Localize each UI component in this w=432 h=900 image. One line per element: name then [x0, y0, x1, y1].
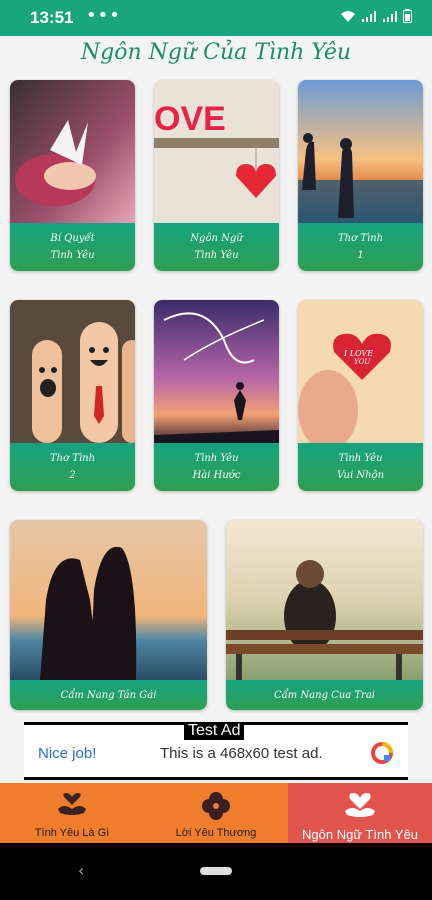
svg-text:YOU: YOU	[354, 358, 371, 366]
card-label: Bí Quyết Tình Yêu	[10, 223, 135, 271]
card-label: Tình Yêu Hài Hước	[154, 443, 279, 491]
nav-loi-yeu-thuong[interactable]: Lời Yêu Thương	[144, 783, 288, 843]
card-label-line2: 2	[69, 470, 76, 481]
card-label-line2: Hài Hước	[192, 470, 241, 481]
page-title: Ngôn Ngữ Của Tình Yêu	[80, 40, 352, 65]
status-time: 13:51	[30, 8, 74, 27]
card-ngon-ngu-tinh-yeu[interactable]: OVE Ngôn Ngữ Tình Yêu	[154, 80, 279, 271]
card-image	[154, 300, 279, 443]
card-label-line1: Thơ Tình	[337, 233, 384, 244]
ad-banner[interactable]: Test Ad Nice job! This is a 468x60 test …	[24, 722, 408, 780]
bottom-nav: Tình Yêu Là Gì Lời Yêu Thương Ngôn Ngữ T…	[0, 783, 432, 843]
card-label-line1: Cẩm Nang Cua Trai	[273, 689, 375, 701]
svg-text:OVE: OVE	[154, 100, 226, 138]
card-label-line1: Tình Yêu	[338, 453, 383, 464]
nav-label: Tình Yêu Là Gì	[34, 827, 110, 839]
card-image	[226, 520, 423, 680]
system-nav-bar: ‹	[0, 843, 432, 900]
ad-logo-icon	[371, 742, 393, 764]
card-label-line1: Thơ Tình	[49, 453, 96, 464]
card-image	[10, 520, 207, 680]
signal-2-icon	[383, 11, 397, 22]
card-label-line1: Ngôn Ngữ	[190, 233, 243, 244]
nav-label: Lời Yêu Thương	[175, 827, 257, 839]
card-label: Tình Yêu Vui Nhộn	[298, 443, 423, 491]
back-icon[interactable]: ‹	[78, 861, 84, 880]
card-cam-nang-cua-trai[interactable]: Cẩm Nang Cua Trai	[226, 520, 423, 710]
card-label: Cẩm Nang Cua Trai	[226, 680, 423, 710]
ad-text: This is a 468x60 test ad.	[160, 745, 323, 762]
card-label-line2: Tình Yêu	[50, 250, 95, 261]
ad-title: Test Ad	[184, 722, 245, 740]
svg-text:I LOVE: I LOVE	[343, 349, 373, 358]
card-label: Cẩm Nang Tán Gái	[10, 680, 207, 710]
card-label-line1: Cẩm Nang Tán Gái	[60, 689, 157, 701]
card-cam-nang-tan-gai[interactable]: Cẩm Nang Tán Gái	[10, 520, 207, 710]
hands-heart-icon	[58, 793, 86, 815]
nav-tinh-yeu-la-gi[interactable]: Tình Yêu Là Gì	[0, 783, 144, 843]
card-label-line2: Vui Nhộn	[336, 470, 385, 481]
card-tho-tinh-1[interactable]: Thơ Tình 1	[298, 80, 423, 271]
ad-nice-text: Nice job!	[38, 745, 97, 762]
home-pill-icon[interactable]	[200, 867, 232, 875]
card-image	[298, 80, 423, 223]
card-image: OVE	[154, 80, 279, 223]
card-bi-quyet-tinh-yeu[interactable]: Bí Quyết Tình Yêu	[10, 80, 135, 271]
card-label: Thơ Tình 1	[298, 223, 423, 271]
wifi-icon	[341, 11, 355, 22]
card-image: I LOVE YOU	[298, 300, 423, 443]
card-label-line2: Tình Yêu	[194, 250, 239, 261]
card-tinh-yeu-hai-huoc[interactable]: Tình Yêu Hài Hước	[154, 300, 279, 491]
card-label: Ngôn Ngữ Tình Yêu	[154, 223, 279, 271]
flower-icon	[202, 792, 230, 820]
heart-hands-icon	[345, 793, 375, 817]
card-image	[10, 80, 135, 223]
status-dots: •••	[86, 5, 121, 26]
signal-icon	[362, 11, 376, 22]
card-image	[10, 300, 135, 443]
card-label: Thơ Tình 2	[10, 443, 135, 491]
card-label-line1: Tình Yêu	[194, 453, 239, 464]
status-bar: 13:51 •••	[0, 0, 432, 36]
card-label-line1: Bí Quyết	[50, 233, 95, 244]
nav-ngon-ngu-tinh-yeu[interactable]: Ngôn Ngữ Tình Yêu	[288, 783, 432, 843]
nav-label: Ngôn Ngữ Tình Yêu	[302, 827, 418, 842]
status-icons	[340, 9, 412, 23]
card-label-line2: 1	[357, 250, 364, 261]
card-tinh-yeu-vui-nhon[interactable]: I LOVE YOU Tình Yêu Vui Nhộn	[298, 300, 423, 491]
card-tho-tinh-2[interactable]: Thơ Tình 2	[10, 300, 135, 491]
battery-icon	[403, 9, 412, 23]
